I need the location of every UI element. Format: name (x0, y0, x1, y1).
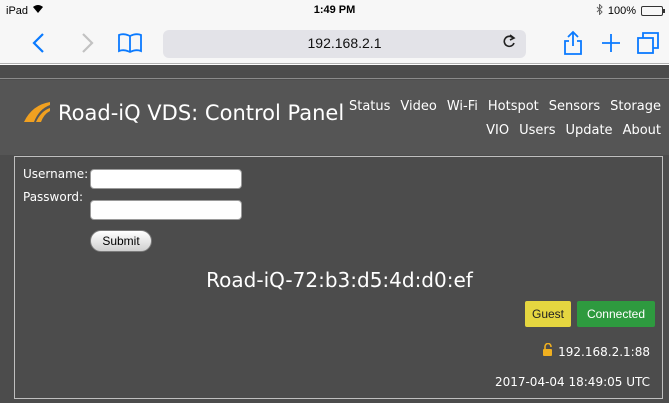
nav-row-secondary: VIO Users Update About (486, 123, 661, 138)
ip-row: 192.168.2.1:88 (542, 342, 650, 360)
content-panel: Username: Password: Submit Road-iQ-72:b3… (14, 156, 663, 399)
nav-users[interactable]: Users (519, 123, 555, 138)
bluetooth-icon (596, 3, 603, 18)
status-time: 1:49 PM (313, 4, 356, 16)
guest-badge: Guest (525, 301, 571, 327)
new-tab-icon[interactable] (598, 22, 624, 64)
nav-row-primary: Status Video Wi-Fi Hotspot Sensors Stora… (349, 99, 661, 114)
bookmarks-icon[interactable] (115, 22, 145, 64)
battery-icon (641, 6, 665, 16)
username-label: Username: (23, 167, 89, 181)
nav-update[interactable]: Update (565, 123, 612, 138)
nav-hotspot[interactable]: Hotspot (488, 99, 539, 114)
password-label: Password: (23, 190, 84, 204)
forward-icon[interactable] (76, 22, 100, 64)
battery-percent: 100% (607, 5, 636, 17)
connected-badge: Connected (577, 301, 655, 327)
web-page: Road-iQ VDS: Control Panel Status Video … (0, 65, 669, 403)
address-bar[interactable]: 192.168.2.1 (163, 30, 526, 58)
url-text: 192.168.2.1 (307, 35, 382, 51)
status-right: 100% (596, 3, 665, 18)
username-field[interactable] (90, 169, 242, 189)
nav-wifi[interactable]: Wi-Fi (447, 99, 478, 114)
tabs-icon[interactable] (634, 22, 662, 64)
back-icon[interactable] (26, 22, 50, 64)
nav-sensors[interactable]: Sensors (549, 99, 600, 114)
nav-vio[interactable]: VIO (486, 123, 509, 138)
top-strip (0, 65, 669, 79)
password-field[interactable] (90, 200, 242, 220)
ip-address: 192.168.2.1:88 (558, 344, 650, 359)
road-iq-logo (24, 102, 50, 122)
reload-icon[interactable] (502, 33, 516, 54)
page-title: Road-iQ VDS: Control Panel (58, 101, 345, 125)
nav-video[interactable]: Video (400, 99, 436, 114)
ios-status-bar: iPad 1:49 PM 100% (0, 0, 669, 22)
device-id: Road-iQ-72:b3:d5:4d:d0:ef (206, 268, 473, 292)
nav-about[interactable]: About (623, 123, 661, 138)
nav-storage[interactable]: Storage (610, 99, 661, 114)
share-icon[interactable] (560, 22, 586, 64)
submit-button[interactable]: Submit (90, 230, 152, 252)
timestamp: 2017-04-04 18:49:05 UTC (494, 375, 650, 389)
nav-status[interactable]: Status (349, 99, 390, 114)
unlock-icon (542, 342, 554, 360)
browser-toolbar: 192.168.2.1 (0, 22, 669, 64)
